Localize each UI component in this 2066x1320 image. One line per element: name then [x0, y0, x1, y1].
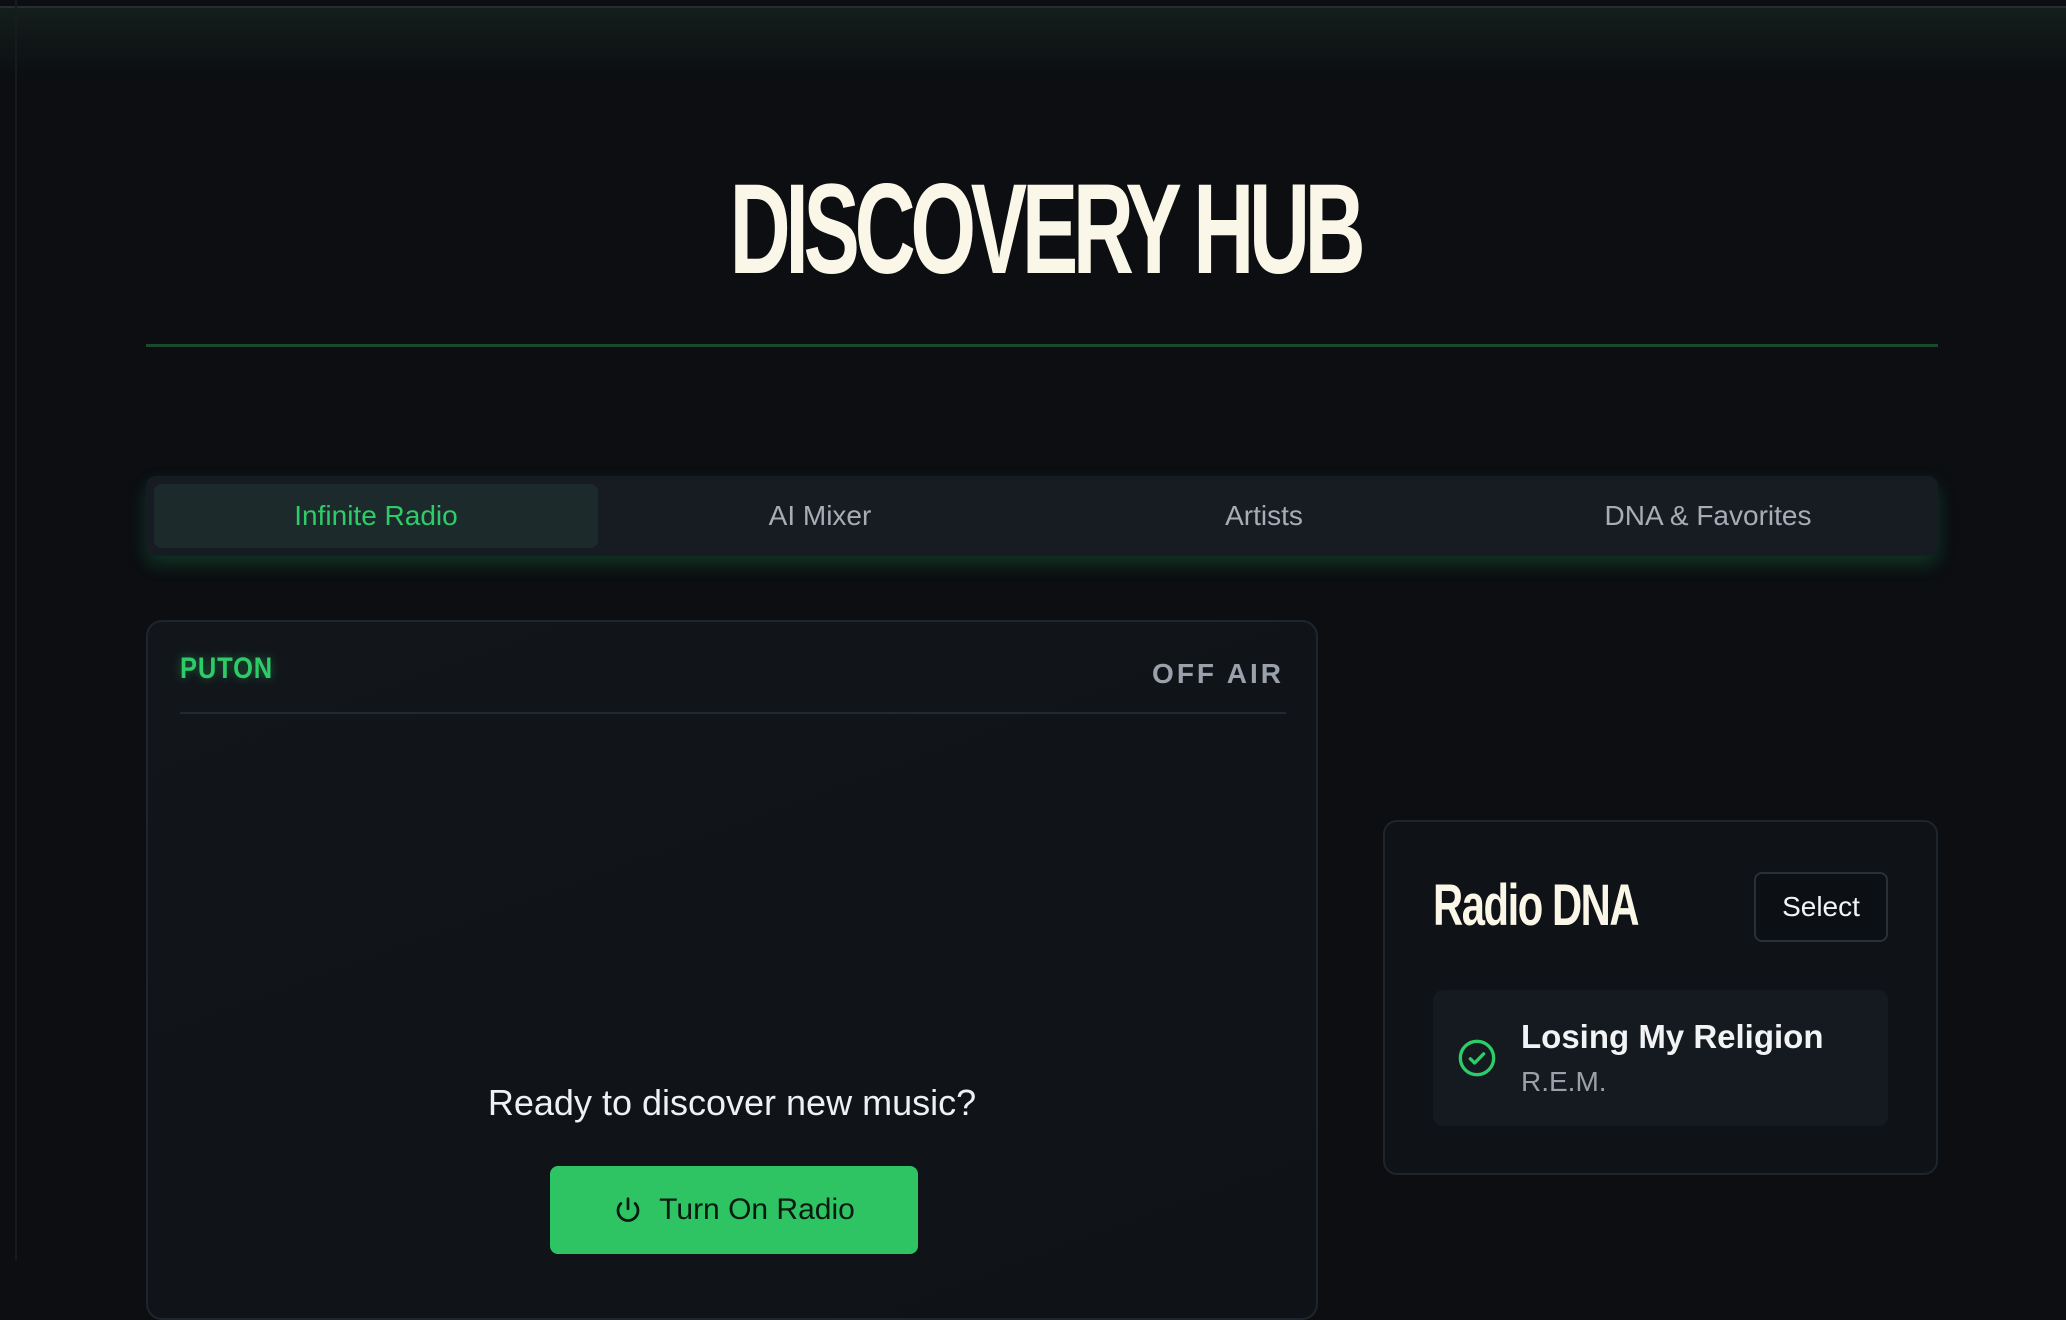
- tab-artists[interactable]: Artists: [1042, 484, 1486, 548]
- discover-prompt: Ready to discover new music?: [487, 1082, 977, 1123]
- track-artist: R.E.M.: [1521, 1066, 1607, 1097]
- on-air-status: OFF AIR: [1152, 658, 1284, 689]
- top-glow: [0, 8, 2066, 78]
- turn-on-radio-button[interactable]: Turn On Radio: [550, 1166, 918, 1254]
- radio-dna-card: Radio DNA Select Losing My Religion R.E.…: [1383, 820, 1938, 1175]
- radio-player-card: PUTON OFF AIR Ready to discover new musi…: [146, 620, 1318, 1320]
- station-name: PUTON: [180, 652, 274, 685]
- select-button[interactable]: Select: [1754, 872, 1888, 942]
- power-icon: [616, 1197, 640, 1222]
- tab-infinite-radio[interactable]: Infinite Radio: [154, 484, 598, 548]
- check-circle-icon: [1458, 1039, 1496, 1077]
- dna-track-item[interactable]: Losing My Religion R.E.M.: [1433, 990, 1888, 1126]
- card-divider: [180, 712, 1286, 714]
- title-divider: [146, 344, 1938, 347]
- tab-bar: Infinite Radio AI Mixer Artists DNA & Fa…: [146, 476, 1938, 556]
- radio-dna-title: Radio DNA: [1433, 873, 1640, 938]
- turn-on-radio-label: Turn On Radio: [659, 1193, 855, 1226]
- tab-ai-mixer[interactable]: AI Mixer: [598, 484, 1042, 548]
- tab-dna-favorites[interactable]: DNA & Favorites: [1486, 484, 1930, 548]
- page-title: DISCOVERY HUB: [729, 158, 1366, 301]
- track-title: Losing My Religion: [1521, 1018, 1824, 1055]
- left-edge: [15, 0, 17, 1260]
- app-window: DISCOVERY HUB Infinite Radio AI Mixer Ar…: [0, 0, 2066, 1320]
